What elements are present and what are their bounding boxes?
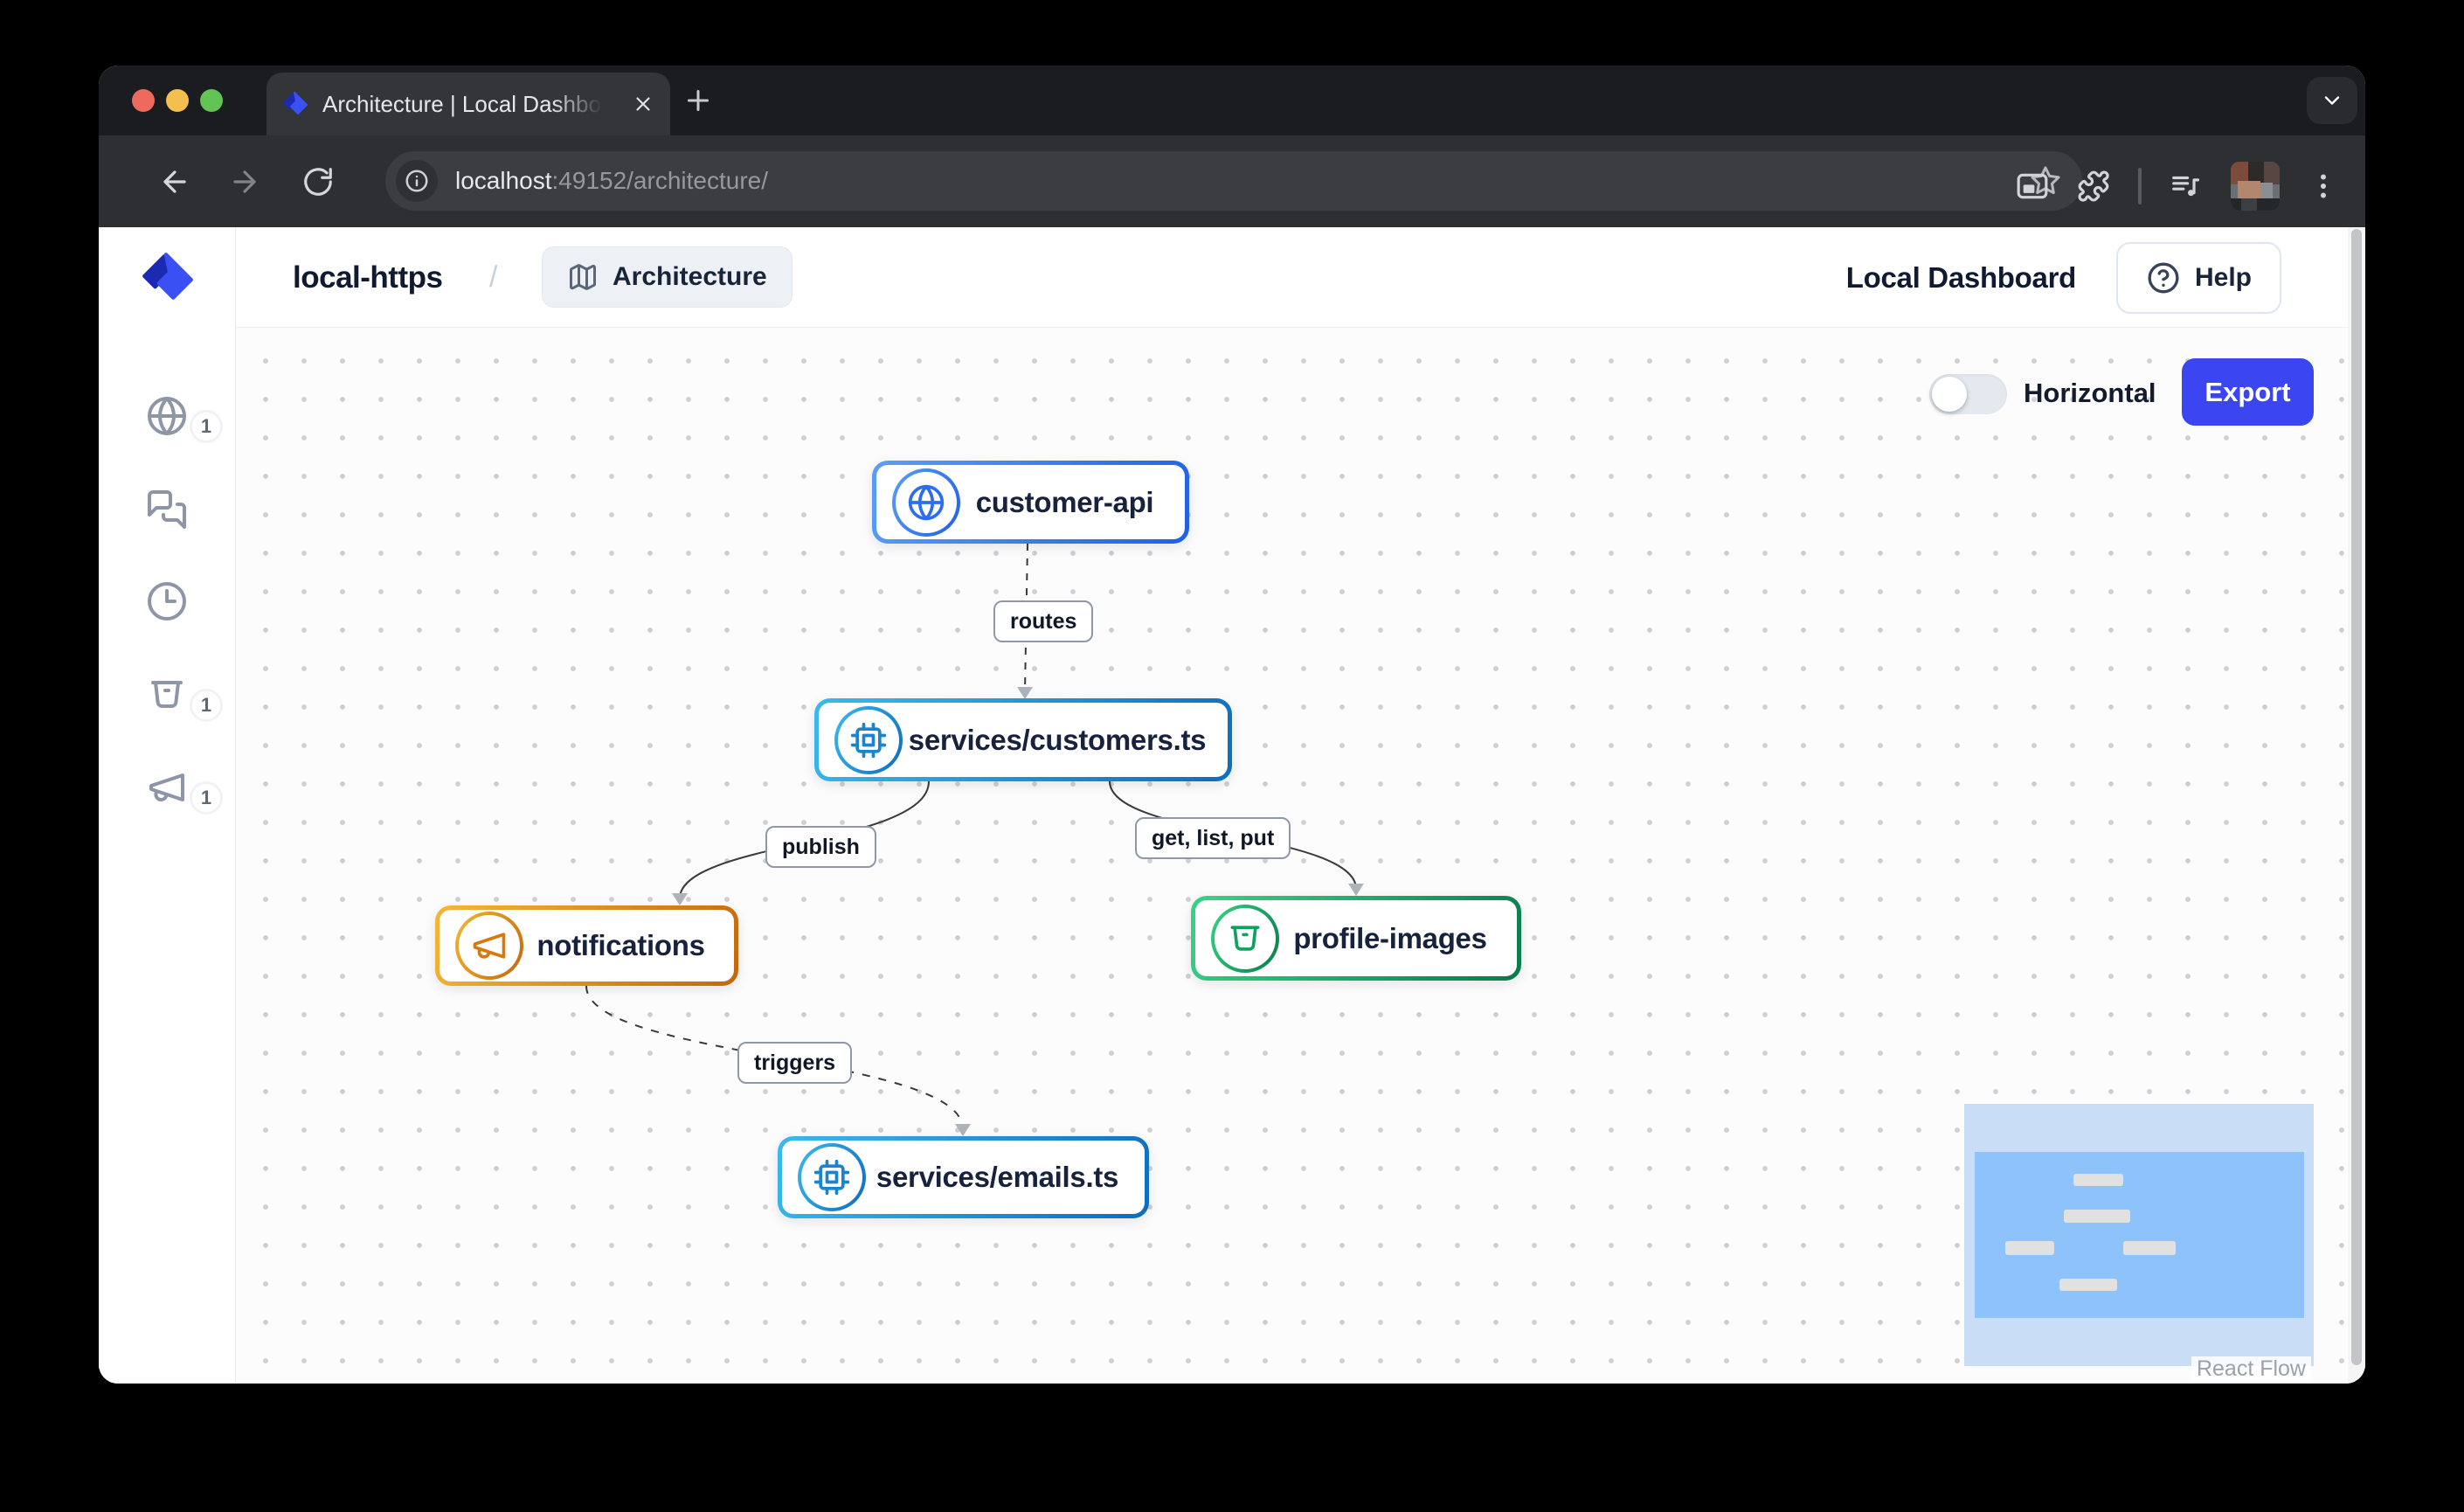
chevron-down-icon xyxy=(2320,88,2344,113)
node-customer-api[interactable]: customer-api xyxy=(872,461,1189,544)
breadcrumb-separator: / xyxy=(489,227,497,328)
back-button[interactable] xyxy=(158,165,191,198)
sidebar: 1 1 1 xyxy=(99,227,236,1384)
page-header: local-https / Architecture Local Dashboa… xyxy=(236,227,2348,328)
bucket-icon xyxy=(1226,919,1264,958)
sidebar-item-pubsub[interactable]: 1 xyxy=(146,766,233,819)
node-label: profile-images xyxy=(1279,922,1501,955)
edge-publish-arrowhead xyxy=(672,893,688,905)
browser-menu-button[interactable] xyxy=(2308,170,2339,202)
edge-routes-arrowhead xyxy=(1017,687,1033,699)
megaphone-icon xyxy=(470,926,509,965)
extensions-button[interactable] xyxy=(2077,170,2110,203)
profile-avatar[interactable] xyxy=(2231,162,2280,211)
browser-tab[interactable]: Architecture | Local Dashboar xyxy=(266,73,670,135)
bucket-icon xyxy=(146,674,188,716)
site-info-button[interactable] xyxy=(396,160,438,202)
favicon-encore-logo xyxy=(282,91,308,117)
environment-label: Local Dashboard xyxy=(1846,261,2076,295)
tab-title: Architecture | Local Dashboar xyxy=(322,91,602,118)
avatar-image xyxy=(2231,162,2280,211)
globe-icon xyxy=(907,483,945,522)
tab-close-icon[interactable] xyxy=(632,93,654,115)
node-services-emails[interactable]: services/emails.ts xyxy=(778,1136,1149,1218)
cpu-icon xyxy=(849,721,888,759)
edge-label-get-list-put: get, list, put xyxy=(1135,817,1291,859)
app-name: local-https xyxy=(293,227,442,328)
url-text: localhost:49152/architecture/ xyxy=(455,167,768,195)
media-controls-button[interactable] xyxy=(2170,170,2203,203)
node-label: services/emails.ts xyxy=(866,1161,1129,1194)
cpu-icon xyxy=(813,1158,851,1196)
bucket-icon-ring xyxy=(1211,905,1279,973)
page-scrollbar[interactable] xyxy=(2348,227,2365,1384)
scrollbar-thumb[interactable] xyxy=(2351,229,2362,1365)
sidebar-badge: 1 xyxy=(190,781,223,815)
browser-toolbar: localhost:49152/architecture/ xyxy=(99,135,2365,227)
browser-window: Architecture | Local Dashboar localhost:… xyxy=(99,66,2365,1384)
sidebar-item-history[interactable] xyxy=(146,580,233,633)
url-path: :49152/architecture/ xyxy=(552,167,769,194)
architecture-canvas[interactable]: routes publish get, list, put triggers c… xyxy=(236,328,2348,1384)
edge-label-routes: routes xyxy=(993,600,1093,642)
node-label: customer-api xyxy=(960,486,1169,519)
help-circle-icon xyxy=(2146,260,2181,295)
close-window-button[interactable] xyxy=(132,89,155,112)
tab-strip: Architecture | Local Dashboar xyxy=(99,66,2365,135)
tab-search-chevron-button[interactable] xyxy=(2307,77,2357,124)
architecture-nav-button[interactable]: Architecture xyxy=(542,246,792,308)
encore-logo[interactable] xyxy=(141,251,195,305)
minimap-viewport[interactable] xyxy=(1975,1152,2304,1318)
sidebar-item-api[interactable]: 1 xyxy=(146,395,233,447)
node-notifications[interactable]: notifications xyxy=(435,905,738,986)
toolbar-divider xyxy=(2138,168,2142,205)
service-icon-ring xyxy=(834,706,903,774)
reload-button[interactable] xyxy=(301,165,335,198)
minimize-window-button[interactable] xyxy=(166,89,189,112)
topic-icon-ring xyxy=(455,912,523,980)
globe-icon xyxy=(146,395,188,437)
minimap-node xyxy=(2123,1241,2176,1255)
side-panel-button[interactable] xyxy=(2016,170,2049,203)
minimap-node xyxy=(2005,1241,2054,1255)
horizontal-toggle[interactable] xyxy=(1929,374,2007,414)
architecture-nav-label: Architecture xyxy=(613,262,767,292)
horizontal-toggle-label: Horizontal xyxy=(2024,373,2156,413)
info-icon xyxy=(404,168,430,194)
chat-icon xyxy=(146,489,188,531)
edge-get-list-put-arrowhead xyxy=(1348,884,1364,896)
minimap-node xyxy=(2073,1174,2123,1186)
new-tab-button[interactable] xyxy=(682,85,714,116)
url-host: localhost xyxy=(455,167,552,194)
edge-label-publish: publish xyxy=(765,826,876,868)
node-services-customers[interactable]: services/customers.ts xyxy=(814,698,1232,781)
forward-button[interactable] xyxy=(228,165,261,198)
sidebar-item-storage[interactable]: 1 xyxy=(146,674,233,726)
clock-icon xyxy=(146,580,188,622)
sidebar-item-chat[interactable] xyxy=(146,489,233,541)
sidebar-badge: 1 xyxy=(190,410,223,443)
node-label: notifications xyxy=(523,929,718,962)
api-gateway-icon-ring xyxy=(892,468,960,537)
help-label: Help xyxy=(2195,263,2252,293)
minimap-node xyxy=(2059,1279,2117,1291)
react-flow-attribution[interactable]: React Flow xyxy=(2191,1356,2311,1382)
toggle-knob xyxy=(1932,377,1967,412)
map-icon xyxy=(567,261,599,293)
megaphone-icon xyxy=(146,766,188,808)
local-dashboard-page: 1 1 1 local-https / Architecture xyxy=(99,227,2365,1384)
export-button[interactable]: Export xyxy=(2182,358,2314,426)
zoom-window-button[interactable] xyxy=(200,89,223,112)
address-bar[interactable]: localhost:49152/architecture/ xyxy=(385,151,2082,211)
sidebar-badge: 1 xyxy=(190,689,223,722)
flow-minimap[interactable] xyxy=(1964,1104,2314,1366)
node-profile-images[interactable]: profile-images xyxy=(1191,896,1521,981)
help-button[interactable]: Help xyxy=(2116,242,2281,314)
node-label: services/customers.ts xyxy=(903,724,1212,757)
edge-triggers-arrowhead xyxy=(955,1124,971,1136)
minimap-node xyxy=(2064,1210,2130,1223)
service-icon-ring xyxy=(798,1143,866,1211)
edge-label-triggers: triggers xyxy=(737,1042,852,1084)
